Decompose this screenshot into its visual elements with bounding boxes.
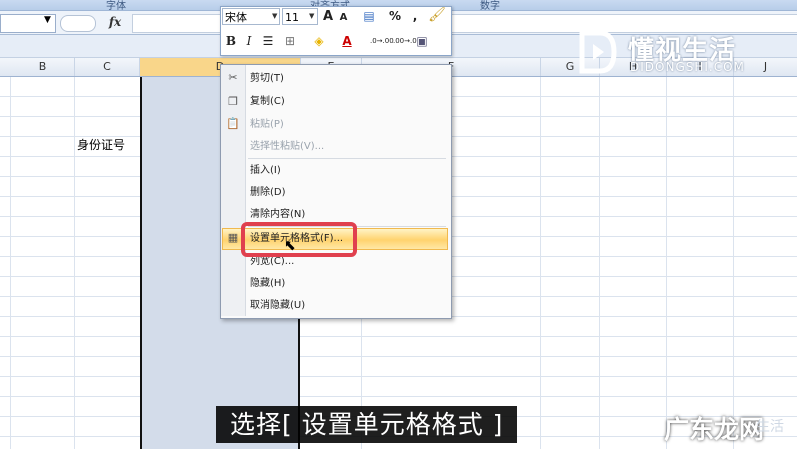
menu-item-cut[interactable]: 剪切(T)	[250, 70, 284, 88]
scissors-icon: ✂	[228, 71, 238, 84]
cell-c-label[interactable]: 身份证号	[77, 136, 125, 153]
formula-bar-splitter[interactable]	[60, 15, 96, 32]
grid-line	[10, 77, 11, 449]
grid-line	[666, 77, 667, 449]
center-align-icon[interactable]: ☰	[260, 33, 276, 50]
shrink-font-button[interactable]: A	[337, 9, 350, 26]
paste-icon: 📋	[226, 117, 240, 130]
menu-item-unhide[interactable]: 取消隐藏(U)	[250, 297, 305, 315]
merge-center-icon[interactable]: ▣	[414, 33, 430, 50]
column-header-b[interactable]: B	[11, 58, 75, 76]
copy-icon: ❐	[228, 95, 238, 108]
menu-separator	[248, 158, 446, 159]
menu-item-copy[interactable]: 复制(C)	[250, 93, 285, 111]
grid-line	[733, 77, 734, 449]
fill-color-icon[interactable]: ◈	[311, 33, 327, 50]
name-box-dropdown-icon[interactable]: ▼	[44, 15, 51, 25]
menu-item-paste-special[interactable]: 选择性粘贴(V)...	[250, 138, 324, 156]
brand-faint-text: 生活	[756, 419, 784, 435]
brand-watermark: 广东龙网	[664, 415, 765, 444]
menu-item-delete[interactable]: 删除(D)	[250, 184, 286, 202]
watermark-subtitle: DIDONGSHI.COM	[630, 60, 745, 74]
borders-icon[interactable]: ⊞	[282, 33, 298, 50]
watermark-logo-icon	[579, 30, 617, 74]
increase-decimal-button[interactable]: .0→.00	[370, 33, 394, 50]
format-painter-style-icon[interactable]: ▤	[360, 8, 378, 25]
grow-font-button[interactable]: A	[321, 8, 335, 25]
chevron-down-icon[interactable]: ▼	[309, 12, 314, 20]
percent-style-button[interactable]: %	[388, 8, 402, 25]
decrease-decimal-button[interactable]: .00→.0	[393, 33, 417, 50]
chevron-down-icon[interactable]: ▼	[272, 12, 277, 20]
grid-line	[74, 77, 75, 449]
video-subtitle: 选择[ 设置单元格格式 ]	[216, 406, 518, 443]
format-cells-icon: ▦	[227, 231, 239, 244]
menu-item-paste[interactable]: 粘贴(P)	[250, 116, 284, 134]
bold-button[interactable]: B	[224, 33, 238, 50]
grid-line	[540, 77, 541, 449]
format-painter-icon[interactable]: 🖌	[428, 7, 446, 24]
annotation-highlight-box	[241, 222, 357, 257]
column-header-c[interactable]: C	[75, 58, 140, 76]
mouse-cursor-icon: ⬉	[284, 238, 296, 254]
comma-style-button[interactable]: ,	[410, 8, 420, 25]
grid-line	[599, 77, 600, 449]
menu-item-insert[interactable]: 插入(I)	[250, 162, 281, 180]
italic-button[interactable]: I	[242, 33, 256, 50]
font-color-button[interactable]: A	[340, 33, 354, 50]
menu-item-hide[interactable]: 隐藏(H)	[250, 275, 285, 293]
insert-function-button[interactable]: fx	[100, 13, 130, 31]
